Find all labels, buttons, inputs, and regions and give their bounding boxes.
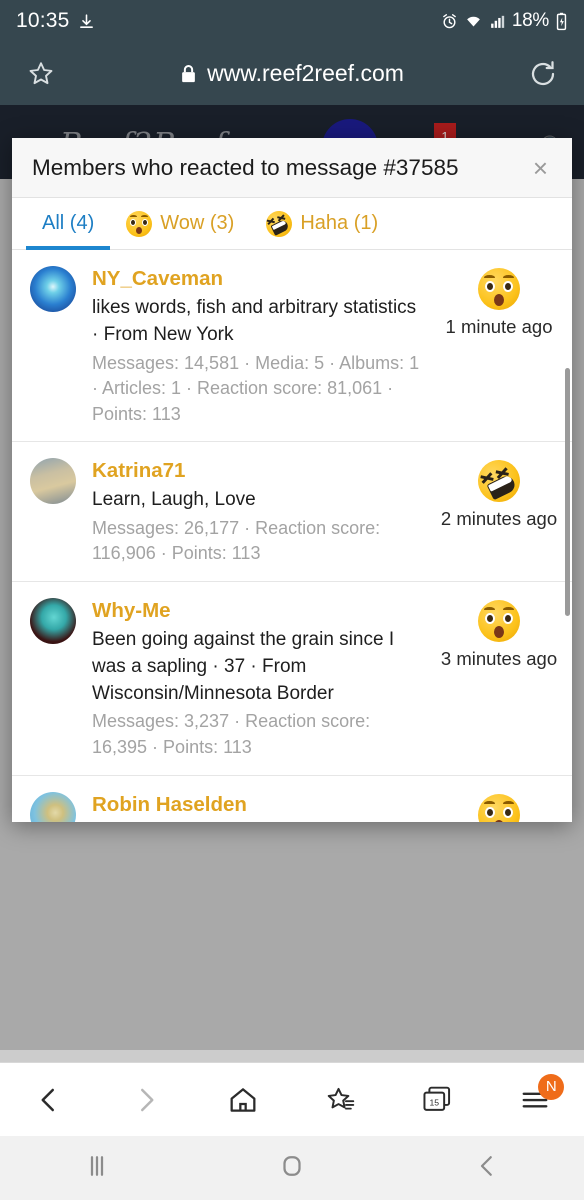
wow-emoji [478, 793, 520, 822]
member-reaction: 2 minutes ago [440, 454, 558, 530]
member-time: 3 minutes ago [440, 647, 558, 669]
member-time: 2 minutes ago [440, 508, 558, 530]
member-description: Turtle · From South Carolina [92, 820, 422, 822]
member-username[interactable]: Why-Me [92, 598, 422, 625]
member-reaction: 3 minutes ago [444, 792, 554, 822]
tab-haha[interactable]: Haha (1) [250, 198, 394, 249]
battery-percent: 18% [511, 10, 549, 31]
recents-icon[interactable] [82, 1151, 112, 1186]
member-reaction: 3 minutes ago [440, 598, 558, 670]
reload-icon[interactable] [528, 59, 558, 89]
member-description: Been going against the grain since I was… [92, 628, 395, 704]
member-stats: Messages: 14,581 · Media: 5 · Albums: 1 … [92, 352, 420, 424]
browser-url-bar[interactable]: www.reef2reef.com [0, 42, 584, 105]
wow-emoji [126, 210, 153, 237]
member-time: 1 minute ago [445, 316, 553, 337]
lock-icon [180, 64, 197, 84]
status-bar-right: 18% [441, 10, 568, 32]
member-info: Katrina71 Learn, Laugh, Love Messages: 2… [92, 458, 428, 567]
alarm-icon [441, 13, 458, 30]
close-icon[interactable]: × [529, 155, 552, 181]
back-chevron-icon[interactable] [472, 1151, 502, 1186]
browser-forward-button[interactable] [115, 1076, 177, 1124]
browser-menu-button[interactable]: N [504, 1073, 566, 1124]
tab-wow-label: Wow (3) [160, 212, 235, 234]
status-bar-left: 10:35 [16, 9, 95, 33]
home-icon[interactable] [212, 1076, 274, 1124]
list-item[interactable]: NY_Caveman likes words, fish and arbitra… [12, 250, 572, 443]
url-text: www.reef2reef.com [207, 60, 404, 86]
member-info: Why-Me Been going against the grain sinc… [92, 598, 428, 761]
bookmarks-icon[interactable] [310, 1076, 372, 1124]
haha-emoji [472, 454, 526, 508]
avatar[interactable] [30, 458, 76, 505]
list-item[interactable]: Why-Me Been going against the grain sinc… [12, 582, 572, 776]
member-info: NY_Caveman likes words, fish and arbitra… [92, 266, 428, 427]
member-username[interactable]: Katrina71 [92, 458, 422, 485]
browser-bottom-bar: 15 N [0, 1062, 584, 1136]
download-icon [78, 13, 95, 30]
haha-emoji [262, 207, 296, 240]
browser-back-button[interactable] [18, 1076, 80, 1124]
member-username[interactable]: NY_Caveman [92, 266, 422, 293]
battery-charging-icon [555, 12, 568, 31]
tab-all[interactable]: All (4) [26, 198, 111, 250]
member-stats: Messages: 3,237 · Reaction score: 16,395… [92, 711, 371, 758]
member-reaction: 1 minute ago [444, 266, 554, 338]
modal-tabs: All (4) Wow (3) Haha (1) [12, 198, 572, 250]
home-circle-icon[interactable] [277, 1151, 307, 1186]
avatar[interactable] [30, 597, 76, 644]
android-nav-bar [0, 1136, 584, 1200]
avatar[interactable] [30, 266, 76, 312]
avatar[interactable] [30, 791, 76, 822]
member-stats: Messages: 26,177 · Reaction score: 116,9… [92, 517, 381, 564]
member-username[interactable]: Robin Haselden [92, 792, 422, 819]
signal-icon [489, 13, 506, 30]
member-description: Learn, Laugh, Love [92, 488, 256, 510]
members-list[interactable]: NY_Caveman likes words, fish and arbitra… [12, 250, 572, 822]
status-time: 10:35 [16, 9, 70, 32]
list-item[interactable]: Katrina71 Learn, Laugh, Love Messages: 2… [12, 442, 572, 582]
modal-title: Members who reacted to message #37585 [32, 154, 459, 180]
reactions-modal: Members who reacted to message #37585 × … [12, 138, 572, 822]
phone-screen: 10:35 18% www.reef2reef.com 1 Members wh… [0, 0, 584, 1200]
modal-header: Members who reacted to message #37585 × [12, 138, 572, 198]
tabs-icon[interactable]: 15 [407, 1076, 469, 1124]
member-description: likes words, fish and arbitrary statisti… [92, 296, 417, 345]
wifi-icon [464, 13, 483, 30]
tab-haha-label: Haha (1) [300, 212, 379, 234]
menu-badge: N [538, 1073, 565, 1100]
modal-scrollbar[interactable] [565, 368, 570, 616]
tab-wow[interactable]: Wow (3) [110, 198, 250, 249]
list-item[interactable]: Robin Haselden Turtle · From South Carol… [12, 776, 572, 822]
star-outline-icon[interactable] [26, 59, 56, 89]
member-info: Robin Haselden Turtle · From South Carol… [92, 792, 428, 822]
status-bar: 10:35 18% [0, 0, 584, 42]
svg-text:15: 15 [429, 1097, 439, 1107]
wow-emoji [478, 268, 520, 310]
url-display[interactable]: www.reef2reef.com [180, 60, 404, 87]
wow-emoji [478, 599, 520, 642]
tab-all-label: All (4) [42, 212, 95, 234]
